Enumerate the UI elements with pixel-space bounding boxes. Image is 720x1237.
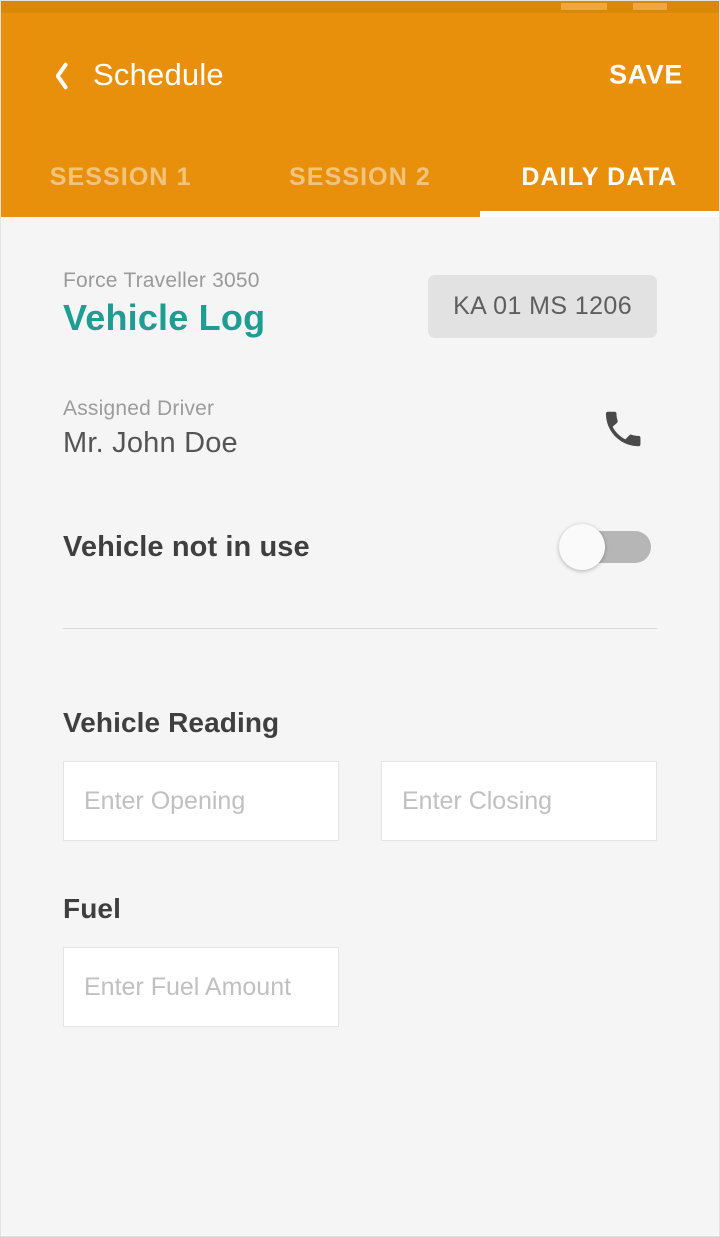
- vehicle-not-in-use-row: Vehicle not in use: [63, 524, 657, 570]
- tab-daily-data[interactable]: DAILY DATA: [480, 137, 719, 217]
- fuel-amount-field[interactable]: [63, 947, 339, 1027]
- section-divider: [63, 628, 657, 629]
- vehicle-reading-section: Vehicle Reading: [63, 707, 657, 841]
- vehicle-summary: Force Traveller 3050 Vehicle Log KA 01 M…: [63, 217, 657, 339]
- tab-session-1-label: SESSION 1: [49, 162, 192, 191]
- page-title: Schedule: [93, 57, 224, 92]
- tab-bar: SESSION 1 SESSION 2 DAILY DATA: [1, 137, 719, 217]
- assigned-driver-row: Assigned Driver Mr. John Doe: [63, 397, 657, 460]
- status-bar-indicator-signal: [633, 3, 667, 10]
- save-button[interactable]: SAVE: [609, 60, 683, 91]
- status-bar: [1, 1, 719, 13]
- opening-reading-input[interactable]: [84, 786, 318, 816]
- vehicle-log-heading: Vehicle Log: [63, 297, 266, 338]
- app-bar: Schedule SAVE: [1, 13, 719, 137]
- vehicle-reading-title: Vehicle Reading: [63, 707, 280, 738]
- vehicle-info: Force Traveller 3050 Vehicle Log: [63, 269, 265, 339]
- main-content: Force Traveller 3050 Vehicle Log KA 01 M…: [1, 217, 719, 1027]
- license-plate-badge: KA 01 MS 1206: [428, 275, 657, 338]
- app-screen: Schedule SAVE SESSION 1 SESSION 2 DAILY …: [0, 0, 720, 1237]
- tab-session-2[interactable]: SESSION 2: [240, 137, 479, 217]
- fuel-section: Fuel: [63, 893, 657, 1027]
- app-header: Schedule SAVE SESSION 1 SESSION 2 DAILY …: [1, 13, 719, 217]
- status-bar-indicator-battery: [561, 3, 607, 10]
- opening-reading-field[interactable]: [63, 761, 339, 841]
- fuel-amount-input[interactable]: [84, 972, 318, 1002]
- driver-info: Assigned Driver Mr. John Doe: [63, 397, 238, 460]
- assigned-driver-label: Assigned Driver: [63, 397, 215, 420]
- vehicle-reading-fields: [63, 761, 657, 841]
- back-button[interactable]: Schedule: [45, 57, 224, 93]
- toggle-knob: [559, 524, 605, 570]
- vehicle-model: Force Traveller 3050: [63, 269, 260, 292]
- chevron-left-icon: [45, 60, 71, 90]
- tab-session-1[interactable]: SESSION 1: [1, 137, 240, 217]
- driver-name: Mr. John Doe: [63, 427, 238, 459]
- closing-reading-input[interactable]: [402, 786, 636, 816]
- closing-reading-field[interactable]: [381, 761, 657, 841]
- fuel-title: Fuel: [63, 893, 121, 924]
- tab-daily-data-label: DAILY DATA: [521, 162, 678, 191]
- phone-icon[interactable]: [595, 401, 651, 457]
- vehicle-not-in-use-label: Vehicle not in use: [63, 530, 310, 563]
- vehicle-not-in-use-toggle[interactable]: [559, 524, 651, 570]
- tab-session-2-label: SESSION 2: [289, 162, 431, 191]
- fuel-fields: [63, 947, 657, 1027]
